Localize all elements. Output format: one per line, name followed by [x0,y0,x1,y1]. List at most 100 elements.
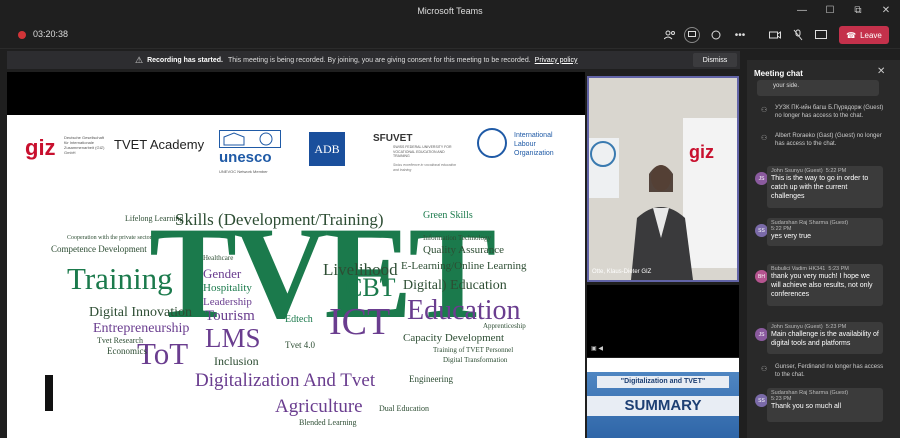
chat-message-text: yes very true [771,233,812,240]
chat-message: John Ssunyu (Guest) 5:23 PM Main challen… [767,322,883,354]
meeting-toolbar: 03:20:38 ••• ☎ Leave [0,22,900,49]
wordcloud-word: Cooperation with the private sector [67,235,152,241]
thumbnail-status-icon: ▣ ◀ [591,346,603,352]
close-window-icon[interactable]: ✕ [872,0,900,22]
unesco-temple-icon [219,130,281,148]
chat-message-text: This is the way to go in order to catch … [771,175,869,200]
system-message-text: Gunser, Ferdinand no longer has access t… [775,364,884,378]
thumbnail-title: SUMMARY [587,396,739,416]
privacy-policy-link[interactable]: Privacy policy [535,57,578,64]
thumbnail-caption: "Digitalization and TVET" [597,376,729,388]
word-cloud-slide: TVET Skills (Development/Training) Train… [7,185,585,438]
chat-title: Meeting chat [754,69,803,78]
slide-thumbnail[interactable]: "Digitalization and TVET" SUMMARY [587,358,739,438]
dismiss-button[interactable]: Dismiss [693,53,737,67]
participants-icon[interactable] [661,26,679,44]
chat-message-text: Thank you so much all [771,403,842,410]
wordcloud-word: Digitalization And Tvet [195,370,376,391]
wordcloud-word: LMS [205,323,261,353]
unesco-logo: unesco [219,149,272,166]
ilo-emblem-icon [477,128,507,158]
presenter-figure-icon: giz [589,78,737,280]
wordcloud-word: Edtech [285,314,313,325]
minimize-icon[interactable]: — [788,0,816,22]
person-left-icon: ⚇ [761,366,768,373]
wordcloud-word: Capacity Development [403,332,505,344]
wordcloud-word: Lifelong Learning [125,214,184,223]
wordcloud-word: Digital Innovation [89,305,193,320]
warning-icon: ⚠ [135,54,144,65]
wordcloud-word: Healthcare [203,254,234,262]
window-title: Microsoft Teams [417,6,483,16]
sfuvet-subtitle: SWISS FEDERAL UNIVERSITY FOR VOCATIONAL … [393,145,452,158]
wordcloud-word: Digital) Education [403,278,507,293]
sfuvet-logo: SFUVET [373,133,413,144]
reactions-icon[interactable] [707,26,725,44]
wordcloud-word: Digital Transformation [443,356,508,364]
banner-bold-text: Recording has started. [147,56,223,64]
wordcloud-word: Information Technology [423,234,492,242]
presenter-video[interactable]: giz Otte, Klaus-Dieter GIZ [587,76,739,282]
maximize-icon[interactable]: ☐ [816,0,844,22]
wordcloud-word: Green Skills [423,210,473,221]
chat-message-text: your side. [773,83,800,89]
wordcloud-word: Quality Assurance [423,244,504,256]
chat-message: Bubulici Vadim HK341 5:23 PM thank you v… [767,264,883,306]
participant-thumbnail[interactable]: ▣ ◀ [587,285,739,357]
banner-text: This meeting is being recorded. By joini… [227,56,531,64]
person-left-icon: ⚇ [761,135,768,142]
wordcloud-word: Competence Development [51,244,147,254]
unesco-subtitle: UNEVOC Network Member [219,169,268,174]
camera-off-icon[interactable] [766,26,784,44]
share-screen-icon[interactable] [812,26,830,44]
meeting-chat-panel: Meeting chat ✕ your side. ⚇ УУЗК ПК-ийн … [747,60,900,438]
hang-up-icon: ☎ [846,30,857,40]
wordcloud-word: Agriculture [275,396,363,417]
giz-logo: giz [25,135,56,160]
recording-dot-icon [18,31,26,39]
partner-logos: giz Deutsche Gesellschaft für Internatio… [7,115,585,185]
restore-icon[interactable]: ⧉ [844,0,872,22]
chat-toggle-icon[interactable] [684,27,700,43]
sfuvet-tagline: Swiss excellence in vocational education… [393,163,457,172]
person-left-icon: ⚇ [761,107,768,114]
thumbnail-logos [587,358,739,372]
wordcloud-word: Entrepreneurship [93,321,190,336]
wordcloud-word: E-Learning/Online Learning [401,260,527,272]
wordcloud-word: CBT [345,273,396,302]
chat-message: Sudarshan Raj Sharma (Guest) 5:23 PM Tha… [767,388,883,422]
wordcloud-word: Inclusion [214,354,259,368]
wordcloud-word: ICT [329,301,391,343]
wordcloud-word: Training of TVET Personnel [433,346,514,354]
leave-button[interactable]: ☎ Leave [839,26,889,44]
wordcloud-word: Dual Education [379,404,429,413]
svg-text:giz: giz [689,142,714,162]
chat-message: Sudarshan Raj Sharma (Guest) 5:22 PM yes… [767,218,883,246]
mic-off-icon[interactable] [789,26,807,44]
leave-label: Leave [860,30,882,40]
window-controls: — ☐ ⧉ ✕ [788,0,900,22]
wordcloud-word: Education [407,295,521,326]
chat-message-text: thank you very much! I hope we will achi… [771,273,873,298]
wordcloud-word: Skills (Development/Training) [175,210,384,229]
wordcloud-word: Economics [107,346,147,356]
adb-logo: ADB [309,132,345,166]
wordcloud-word: Training [67,261,173,296]
more-actions-icon[interactable]: ••• [731,26,749,44]
wordcloud-word: Gender [203,266,242,281]
qr-code-icon [45,375,53,411]
wordcloud-word: Blended Learning [299,418,357,427]
wordcloud-word: Tourism [205,308,255,324]
chat-message: John Ssunyu (Guest) 5:22 PM This is the … [767,166,883,208]
title-bar: Microsoft Teams — ☐ ⧉ ✕ [0,0,900,22]
giz-subtitle: Deutsche Gesellschaft für Internationale… [64,135,105,155]
wordcloud-word: Tvet Research [97,336,143,345]
chat-message-text: Main challenge is the availability of di… [771,331,879,347]
wordcloud-word: Apprenticeship [483,322,526,330]
recording-banner: ⚠ Recording has started. This meeting is… [7,51,740,69]
wordcloud-word: Hospitality [203,282,252,294]
chat-message-fragment: your side. [757,80,879,96]
tvet-academy-logo: TVET Academy [114,137,205,152]
meeting-timer: 03:20:38 [33,29,69,39]
close-icon[interactable]: ✕ [877,66,885,77]
